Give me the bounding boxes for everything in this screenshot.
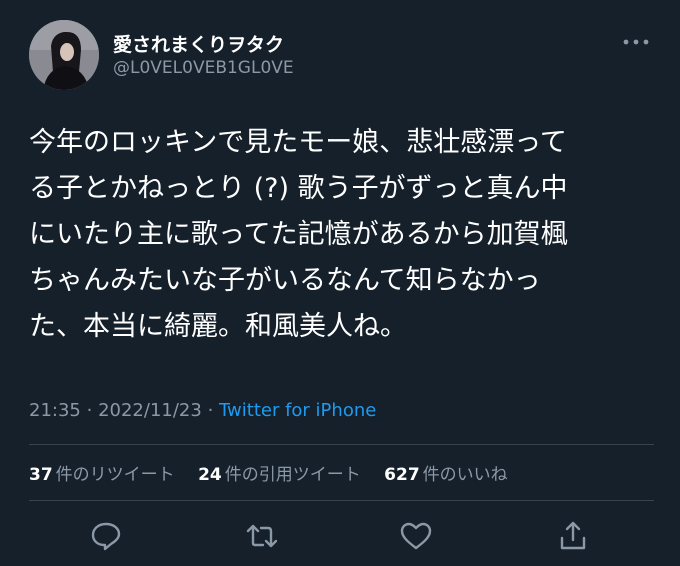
tweet-text-line: ちゃんみたいな子がいるなんて知らなかっ — [29, 265, 541, 296]
tweet-time[interactable]: 21:35 — [29, 400, 81, 421]
quotes-label: 件の引用ツイート — [224, 465, 361, 485]
quotes-count: 24 — [198, 465, 222, 485]
tweet-text-line: にいたり主に歌ってた記憶があるから加賀楓 — [29, 219, 568, 250]
retweets-label: 件のリツイート — [55, 465, 175, 485]
avatar-image — [29, 20, 99, 90]
divider — [29, 444, 654, 445]
reply-icon[interactable] — [88, 518, 124, 554]
likes-stat[interactable]: 627 件のいいね — [384, 465, 508, 485]
display-name[interactable]: 愛されまくりヲタク — [113, 30, 284, 57]
likes-count: 627 — [384, 465, 420, 485]
divider — [29, 500, 654, 501]
retweets-stat[interactable]: 37 件のリツイート — [29, 465, 175, 485]
retweet-icon[interactable] — [244, 518, 280, 554]
meta-separator: · — [86, 400, 93, 421]
tweet-text-line: る子とかねっとり (?) 歌う子がずっと真ん中 — [29, 173, 568, 204]
share-icon[interactable] — [555, 518, 591, 554]
meta-separator: · — [207, 400, 214, 421]
tweet-text-line: た、本当に綺麗。和風美人ね。 — [29, 311, 407, 342]
more-icon[interactable] — [618, 30, 654, 54]
heart-icon[interactable] — [398, 518, 434, 554]
tweet-text-line: 今年のロッキンで見たモー娘、悲壮感漂って — [29, 127, 567, 158]
avatar[interactable] — [29, 20, 99, 90]
user-handle[interactable]: @L0VEL0VEB1GL0VE — [113, 58, 294, 78]
tweet-text: 今年のロッキンで見たモー娘、悲壮感漂って る子とかねっとり (?) 歌う子がずっ… — [29, 120, 659, 350]
tweet-stats: 37 件のリツイート 24 件の引用ツイート 627 件のいいね — [29, 460, 526, 485]
tweet-source-link[interactable]: Twitter for iPhone — [219, 400, 376, 421]
tweet-meta: 21:35 · 2022/11/23 · Twitter for iPhone — [29, 400, 376, 421]
retweets-count: 37 — [29, 465, 53, 485]
likes-label: 件のいいね — [422, 465, 508, 485]
tweet-date[interactable]: 2022/11/23 — [98, 400, 202, 421]
quotes-stat[interactable]: 24 件の引用ツイート — [198, 465, 361, 485]
